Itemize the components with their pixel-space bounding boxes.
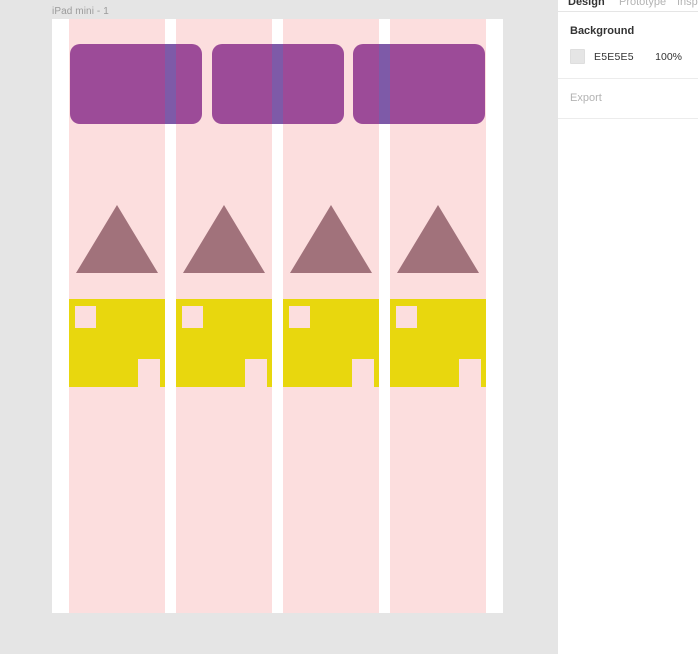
gutter-overlay-tint	[272, 44, 283, 124]
mini-square[interactable]	[352, 359, 374, 387]
app-root: iPad mini - 1 Design Prototype Insp Back…	[0, 0, 698, 654]
yellow-rectangle[interactable]	[390, 299, 486, 387]
yellow-rectangle[interactable]	[283, 299, 379, 387]
purple-rectangle[interactable]	[70, 44, 202, 124]
background-section: Background E5E5E5 100%	[558, 12, 698, 79]
mini-square[interactable]	[182, 306, 203, 328]
export-section: Export	[558, 79, 698, 119]
canvas-area[interactable]: iPad mini - 1	[0, 0, 557, 654]
background-hex-value[interactable]: E5E5E5	[594, 51, 634, 63]
tab-prototype[interactable]: Prototype	[619, 0, 666, 9]
gutter-overlay-tint	[379, 44, 390, 124]
artboard-frame[interactable]	[52, 19, 503, 613]
panel-tab-bar: Design Prototype Inspect	[558, 0, 698, 12]
mini-square[interactable]	[396, 306, 417, 328]
tab-design[interactable]: Design	[568, 0, 605, 9]
mini-square[interactable]	[75, 306, 96, 328]
mini-square[interactable]	[459, 359, 481, 387]
triangle-shape[interactable]	[290, 205, 372, 273]
tab-inspect[interactable]: Inspect	[677, 0, 698, 9]
gutter-overlay-tint	[165, 44, 176, 124]
background-color-row: E5E5E5 100%	[570, 49, 686, 64]
mini-square[interactable]	[138, 359, 160, 387]
purple-rectangle[interactable]	[353, 44, 485, 124]
triangle-shape[interactable]	[183, 205, 265, 273]
export-section-title[interactable]: Export	[570, 91, 686, 105]
mini-square[interactable]	[245, 359, 267, 387]
right-properties-panel: Design Prototype Inspect Background E5E5…	[557, 0, 698, 654]
background-opacity-value[interactable]: 100%	[655, 51, 686, 63]
mini-square[interactable]	[289, 306, 310, 328]
yellow-rectangle[interactable]	[69, 299, 165, 387]
frame-label[interactable]: iPad mini - 1	[52, 6, 109, 18]
yellow-rectangle[interactable]	[176, 299, 272, 387]
triangle-shape[interactable]	[76, 205, 158, 273]
triangle-shape[interactable]	[397, 205, 479, 273]
color-swatch[interactable]	[570, 49, 585, 64]
background-section-title: Background	[570, 25, 635, 37]
